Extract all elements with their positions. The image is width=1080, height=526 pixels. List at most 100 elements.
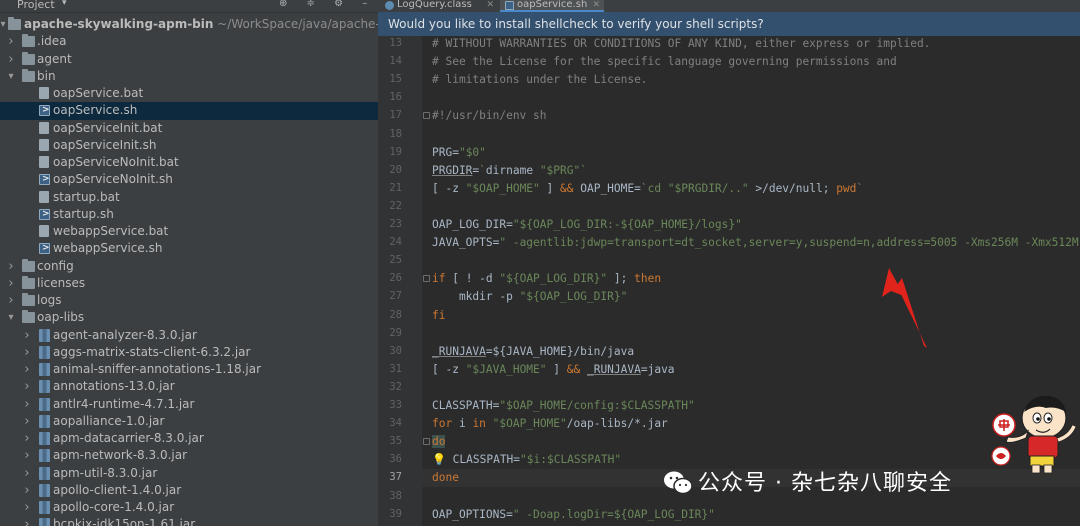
code-line[interactable]: # WITHOUT WARRANTIES OR CONDITIONS OF AN… <box>432 35 1080 53</box>
tree-item-agent-analyzer-8-3-0-jar[interactable]: › agent-analyzer-8.3.0.jar <box>0 327 378 344</box>
tree-item-webappservice-sh[interactable]: webappService.sh <box>0 240 378 258</box>
close-icon[interactable]: ✕ <box>592 0 600 10</box>
tree-item-startup-sh[interactable]: startup.sh <box>0 206 378 223</box>
tree-item-startup-bat[interactable]: startup.bat <box>0 189 378 206</box>
tree-item-logs[interactable]: › logs <box>0 292 378 309</box>
tree-root[interactable]: ▾ apache-skywalking-apm-bin ~/WorkSpace/j… <box>0 16 378 33</box>
tree-item-bcpkix-jdk15on-1-61-jar[interactable]: › bcpkix-jdk15on-1.61.jar <box>0 516 378 526</box>
tree-item-apollo-client-1-4-0-jar[interactable]: › apollo-client-1.4.0.jar <box>0 482 378 499</box>
close-icon[interactable]: ✕ <box>486 0 494 10</box>
shellcheck-banner[interactable]: Would you like to install shellcheck to … <box>378 12 1080 36</box>
tree-item-oapservice-sh[interactable]: oapService.sh <box>0 102 378 120</box>
chevron-right-icon[interactable]: › <box>6 275 16 292</box>
chevron-down-icon[interactable]: ▾ <box>0 16 8 33</box>
chevron-right-icon[interactable]: › <box>22 361 32 378</box>
tree-item-apm-util-8-3-0-jar[interactable]: › apm-util-8.3.0.jar <box>0 465 378 482</box>
code-line[interactable] <box>432 126 1080 144</box>
code-line[interactable]: PRG="$0" <box>432 144 1080 162</box>
editor-area: LogQuery.class ✕ oapService.sh ✕ Would y… <box>378 0 1080 526</box>
code-token: "$PRG"` <box>539 163 587 177</box>
tree-item-label: licenses <box>37 275 86 290</box>
tab-oapservice-sh[interactable]: oapService.sh ✕ <box>500 0 604 12</box>
tree-item-licenses[interactable]: › licenses <box>0 275 378 292</box>
chevron-right-icon[interactable]: › <box>22 430 32 447</box>
chevron-right-icon[interactable]: › <box>6 292 16 309</box>
tree-item-label: oapService.bat <box>53 86 144 100</box>
tree-item-oapserviceinit-bat[interactable]: oapServiceInit.bat <box>0 120 378 137</box>
code-line[interactable]: fi <box>432 307 1080 325</box>
tree-item-aopalliance-1-0-jar[interactable]: › aopalliance-1.0.jar <box>0 413 378 430</box>
chevron-right-icon[interactable]: › <box>22 465 32 482</box>
code-line[interactable]: _RUNJAVA=${JAVA_HOME}/bin/java <box>432 343 1080 361</box>
code-line[interactable]: # See the License for the specific langu… <box>432 53 1080 71</box>
chevron-right-icon[interactable]: › <box>22 396 32 413</box>
fold-marker-icon[interactable] <box>423 112 430 120</box>
tree-item-oapserviceinit-sh[interactable]: oapServiceInit.sh <box>0 137 378 154</box>
code-token: && <box>560 181 574 195</box>
code-line[interactable]: OAP_OPTIONS=" -Doap.logDir=${OAP_LOG_DIR… <box>432 506 1080 524</box>
tree-item-oap-libs[interactable]: ▾ oap-libs <box>0 309 378 326</box>
code-line[interactable]: mkdir -p "${OAP_LOG_DIR}" <box>432 288 1080 306</box>
tab-logquery-class[interactable]: LogQuery.class ✕ <box>380 0 498 12</box>
chevron-down-icon[interactable]: ▾ <box>6 68 16 85</box>
code-line[interactable]: #!/usr/bin/env sh <box>432 107 1080 125</box>
code-token: "$0" <box>458 145 486 159</box>
code-token: mkdir -p <box>432 290 520 304</box>
chevron-down-icon[interactable]: ▾ <box>6 309 16 326</box>
tree-item-apm-datacarrier-8-3-0-jar[interactable]: › apm-datacarrier-8.3.0.jar <box>0 430 378 447</box>
code-line[interactable]: [ -z "$OAP_HOME" ] && OAP_HOME=`cd "$PRG… <box>432 180 1080 198</box>
lightbulb-icon[interactable]: 💡 <box>432 453 453 466</box>
code-token: #!/usr/bin/env sh <box>432 109 547 123</box>
chevron-right-icon[interactable]: › <box>22 344 32 361</box>
file-icon <box>39 225 49 237</box>
tree-item-bin[interactable]: ▾ bin <box>0 68 378 85</box>
project-toolbar-icons[interactable]: ⊕ ≑ ⚙ – <box>279 0 375 9</box>
code-line[interactable] <box>432 89 1080 107</box>
chevron-right-icon[interactable]: › <box>6 258 16 275</box>
tree-item-animal-sniffer-annotations-1-18-jar[interactable]: › animal-sniffer-annotations-1.18.jar <box>0 361 378 378</box>
code-line[interactable]: [ -z "$JAVA_HOME" ] && _RUNJAVA=java <box>432 361 1080 379</box>
line-number: 39 <box>389 507 402 520</box>
chevron-right-icon[interactable]: › <box>22 447 32 464</box>
tree-item-antlr4-runtime-4-7-1-jar[interactable]: › antlr4-runtime-4.7.1.jar <box>0 396 378 413</box>
chevron-right-icon[interactable]: › <box>22 327 32 344</box>
chevron-down-icon[interactable]: ▾ <box>62 0 67 9</box>
chevron-right-icon[interactable]: › <box>6 33 16 50</box>
tree-item-aggs-matrix-stats-client-6-3-2-jar[interactable]: › aggs-matrix-stats-client-6.3.2.jar <box>0 344 378 361</box>
chevron-right-icon[interactable]: › <box>22 482 32 499</box>
tree-item-agent[interactable]: › agent <box>0 51 378 68</box>
line-number-gutter: 13 14 15 16 17 18 19 20 21 22 23 24 25 26 27 28 29 30 31 32… <box>378 36 422 526</box>
code-line[interactable]: # limitations under the License. <box>432 71 1080 89</box>
chevron-right-icon[interactable]: › <box>6 51 16 68</box>
code-line[interactable]: if [ ! -d "${OAP_LOG_DIR}" ]; then <box>432 270 1080 288</box>
tree-item-annotations-13-0-jar[interactable]: › annotations-13.0.jar <box>0 378 378 395</box>
chevron-right-icon[interactable]: › <box>22 378 32 395</box>
code-line[interactable]: OAP_LOG_DIR="${OAP_LOG_DIR:-${OAP_HOME}/… <box>432 216 1080 234</box>
tree-item-label: bcpkix-jdk15on-1.61.jar <box>53 517 196 526</box>
code-line[interactable] <box>432 198 1080 216</box>
code-token: " -agentlib:jdwp=transport=dt_socket,ser… <box>499 236 1080 250</box>
code-line[interactable] <box>432 252 1080 270</box>
tree-item-webappservice-bat[interactable]: webappService.bat <box>0 223 378 240</box>
fold-marker-icon[interactable] <box>423 275 430 283</box>
tree-item-apollo-core-1-4-0-jar[interactable]: › apollo-core-1.4.0.jar <box>0 499 378 516</box>
code-line[interactable]: JAVA_OPTS=" -agentlib:jdwp=transport=dt_… <box>432 234 1080 252</box>
fold-marker-icon[interactable] <box>423 438 430 446</box>
code-line[interactable]: for i in "$OAP_HOME"/oap-libs/*.jar <box>432 415 1080 433</box>
tree-item-oapservice-bat[interactable]: oapService.bat <box>0 85 378 102</box>
tree-item-apm-network-8-3-0-jar[interactable]: › apm-network-8.3.0.jar <box>0 447 378 464</box>
code-line[interactable]: do <box>432 433 1080 451</box>
code-line[interactable]: CLASSPATH="$OAP_HOME/config:$CLASSPATH" <box>432 397 1080 415</box>
chevron-right-icon[interactable]: › <box>22 413 32 430</box>
line-number: 16 <box>389 91 402 104</box>
chevron-right-icon[interactable]: › <box>22 499 32 516</box>
tree-item-oapservicenoinit-bat[interactable]: oapServiceNoInit.bat <box>0 154 378 171</box>
code-line[interactable] <box>432 325 1080 343</box>
chevron-right-icon[interactable]: › <box>22 516 32 526</box>
tree-item-oapservicenoinit-sh[interactable]: oapServiceNoInit.sh <box>0 171 378 189</box>
tree-item-config[interactable]: › config <box>0 258 378 275</box>
project-panel-title[interactable]: Project <box>17 0 55 10</box>
code-line[interactable] <box>432 379 1080 397</box>
tree-item--idea[interactable]: › .idea <box>0 33 378 50</box>
code-line[interactable]: PRGDIR=`dirname "$PRG"` <box>432 162 1080 180</box>
